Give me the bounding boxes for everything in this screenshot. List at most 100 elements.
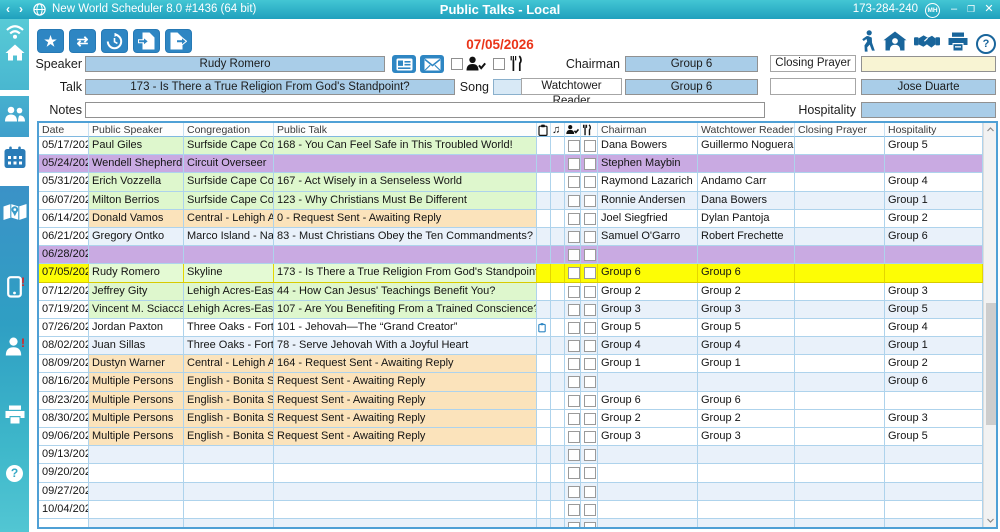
cell-song[interactable] bbox=[551, 337, 565, 355]
cell-hospitality[interactable]: Group 6 bbox=[885, 228, 983, 246]
closing-prayer-label[interactable]: Closing Prayer bbox=[770, 55, 856, 72]
scroll-down-arrow[interactable] bbox=[984, 514, 996, 527]
cell-talk[interactable]: 0 - Request Sent - Awaiting Reply bbox=[274, 210, 537, 228]
checkbox[interactable] bbox=[584, 176, 596, 188]
cell-closing[interactable] bbox=[795, 337, 885, 355]
cell-talk[interactable]: Request Sent - Awaiting Reply bbox=[274, 410, 537, 428]
cell-reader[interactable]: Dylan Pantoja bbox=[698, 210, 795, 228]
cell-date[interactable]: 05/31/2026 bbox=[39, 173, 89, 191]
cell-song[interactable] bbox=[551, 301, 565, 319]
col-header-hospitality[interactable]: Hospitality bbox=[885, 123, 983, 137]
cell-song[interactable] bbox=[551, 246, 565, 264]
scroll-up-arrow[interactable] bbox=[984, 123, 996, 136]
watchtower-reader-label[interactable]: Watchtower Reader bbox=[521, 78, 622, 95]
cell-closing[interactable] bbox=[795, 355, 885, 373]
cell-date[interactable]: 09/06/2026 bbox=[39, 428, 89, 446]
print-action-icon[interactable] bbox=[947, 32, 969, 56]
cell-hospitality[interactable]: Group 4 bbox=[885, 173, 983, 191]
cell-chairman[interactable] bbox=[598, 373, 698, 391]
cell-reader[interactable] bbox=[698, 483, 795, 501]
col-header-song[interactable]: ♫ bbox=[551, 123, 565, 137]
cell-closing[interactable] bbox=[795, 137, 885, 155]
cell-congregation[interactable]: Three Oaks - Fort Myers bbox=[184, 319, 274, 337]
cell-date[interactable]: 06/21/2026 bbox=[39, 228, 89, 246]
cell-hospitality-check[interactable] bbox=[581, 173, 598, 191]
cell-talk[interactable]: 168 - You Can Feel Safe in This Troubled… bbox=[274, 137, 537, 155]
cell-talk[interactable] bbox=[274, 501, 537, 519]
table-row[interactable]: 08/02/2026Juan SillasThree Oaks - Fort M… bbox=[39, 337, 983, 355]
cell-date[interactable]: 08/23/2026 bbox=[39, 392, 89, 410]
table-row[interactable]: 06/21/2026Gregory OntkoMarco Island - Na… bbox=[39, 228, 983, 246]
cell-hospitality[interactable] bbox=[885, 392, 983, 410]
cell-song[interactable] bbox=[551, 373, 565, 391]
cell-speaker[interactable]: Dustyn Warner bbox=[89, 355, 184, 373]
cell-note[interactable] bbox=[537, 355, 551, 373]
cell-reader[interactable]: Group 2 bbox=[698, 410, 795, 428]
cell-note[interactable] bbox=[537, 228, 551, 246]
cell-date[interactable]: 09/27/2026 bbox=[39, 483, 89, 501]
cell-hospitality[interactable] bbox=[885, 501, 983, 519]
cell-song[interactable] bbox=[551, 501, 565, 519]
checkbox[interactable] bbox=[584, 340, 596, 352]
cell-reader[interactable]: Group 6 bbox=[698, 392, 795, 410]
cell-congregation[interactable]: English - Bonita Springs bbox=[184, 373, 274, 391]
table-row[interactable]: 06/28/2026 bbox=[39, 246, 983, 264]
cell-note[interactable] bbox=[537, 428, 551, 446]
cell-closing[interactable] bbox=[795, 264, 885, 282]
cell-song[interactable] bbox=[551, 283, 565, 301]
cell-chairman[interactable] bbox=[598, 446, 698, 464]
cell-date[interactable] bbox=[39, 519, 89, 527]
cell-chairman[interactable]: Group 5 bbox=[598, 319, 698, 337]
cell-talk[interactable]: 107 - Are You Benefiting From a Trained … bbox=[274, 301, 537, 319]
cell-confirmed[interactable] bbox=[565, 228, 581, 246]
cell-hospitality-check[interactable] bbox=[581, 483, 598, 501]
cell-speaker[interactable]: Multiple Persons bbox=[89, 410, 184, 428]
cell-date[interactable]: 07/05/2026 bbox=[39, 264, 89, 282]
cell-date[interactable]: 05/17/2026 bbox=[39, 137, 89, 155]
minimize-button[interactable]: – bbox=[946, 0, 962, 19]
cell-closing[interactable] bbox=[795, 228, 885, 246]
cell-closing[interactable] bbox=[795, 519, 885, 527]
cell-song[interactable] bbox=[551, 264, 565, 282]
cell-closing[interactable] bbox=[795, 246, 885, 264]
cell-speaker[interactable]: Vincent M. Sciacca bbox=[89, 301, 184, 319]
cell-congregation[interactable] bbox=[184, 519, 274, 527]
cell-speaker[interactable]: Rudy Romero bbox=[89, 264, 184, 282]
cell-congregation[interactable]: Lehigh Acres-East bbox=[184, 301, 274, 319]
cell-talk[interactable] bbox=[274, 483, 537, 501]
cell-hospitality[interactable]: Group 2 bbox=[885, 355, 983, 373]
help-icon[interactable]: ? bbox=[0, 465, 29, 482]
hospitality-field[interactable] bbox=[861, 102, 996, 118]
cell-reader[interactable]: Dana Bowers bbox=[698, 192, 795, 210]
col-header-date[interactable]: Date bbox=[39, 123, 89, 137]
cell-confirmed[interactable] bbox=[565, 155, 581, 173]
cell-hospitality-check[interactable] bbox=[581, 446, 598, 464]
cell-date[interactable]: 07/26/2026 bbox=[39, 319, 89, 337]
cell-congregation[interactable]: Marco Island - Naples bbox=[184, 228, 274, 246]
cell-congregation[interactable] bbox=[184, 501, 274, 519]
checkbox[interactable] bbox=[584, 376, 596, 388]
checkbox[interactable] bbox=[584, 213, 596, 225]
cell-speaker[interactable]: Wendell Shepherd bbox=[89, 155, 184, 173]
print-icon[interactable] bbox=[0, 405, 29, 424]
cell-congregation[interactable] bbox=[184, 464, 274, 482]
cell-confirmed[interactable] bbox=[565, 483, 581, 501]
cell-note[interactable] bbox=[537, 337, 551, 355]
cell-song[interactable] bbox=[551, 392, 565, 410]
cell-talk[interactable]: 78 - Serve Jehovah With a Joyful Heart bbox=[274, 337, 537, 355]
cell-speaker[interactable]: Jeffrey Gity bbox=[89, 283, 184, 301]
cell-confirmed[interactable] bbox=[565, 246, 581, 264]
cell-confirmed[interactable] bbox=[565, 519, 581, 527]
cell-note[interactable] bbox=[537, 446, 551, 464]
table-row[interactable]: 05/31/2026Erich VozzellaSurfside Cape Co… bbox=[39, 173, 983, 191]
col-header-note[interactable] bbox=[537, 123, 551, 137]
cell-hospitality-check[interactable] bbox=[581, 137, 598, 155]
cell-speaker[interactable] bbox=[89, 446, 184, 464]
cell-hospitality[interactable] bbox=[885, 246, 983, 264]
checkbox[interactable] bbox=[584, 249, 596, 261]
cell-hospitality-check[interactable] bbox=[581, 464, 598, 482]
table-row[interactable]: 08/16/2026Multiple PersonsEnglish - Boni… bbox=[39, 373, 983, 391]
contact-card-button[interactable] bbox=[392, 55, 416, 73]
checkbox[interactable] bbox=[568, 395, 580, 407]
cell-closing[interactable] bbox=[795, 483, 885, 501]
